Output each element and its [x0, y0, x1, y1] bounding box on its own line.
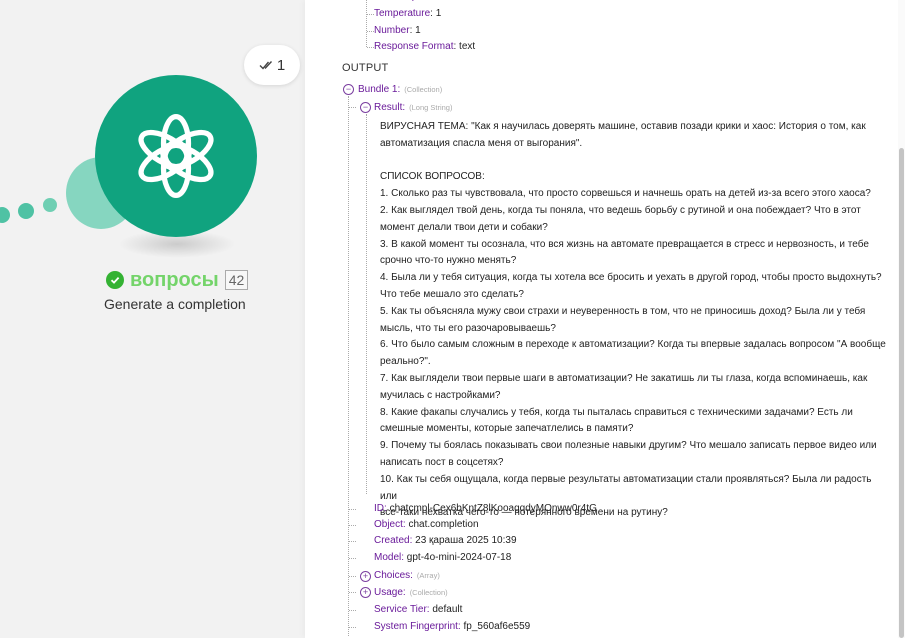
double-check-icon — [259, 61, 272, 70]
tree-line — [349, 592, 356, 593]
input-row: Number: 1 — [374, 25, 421, 36]
tree-line — [366, 114, 367, 494]
connector-dot — [18, 203, 34, 219]
tree-line — [367, 14, 374, 15]
choices-row[interactable]: Choices: (Array) — [374, 569, 440, 583]
operations-count: 1 — [276, 56, 286, 74]
input-row: Max Output Tokens: 2048 — [374, 0, 488, 4]
tree-line — [348, 96, 349, 636]
tree-line — [367, 31, 374, 32]
tree-line — [349, 525, 356, 526]
field-row: Model: gpt-4o-mini-2024-07-18 — [374, 552, 512, 563]
module-title-row: вопросы 42 — [106, 266, 249, 294]
field-row: Created: 23 қараша 2025 10:39 — [374, 535, 517, 546]
scenario-canvas[interactable]: вопросы 42 Generate a completion 1 — [0, 0, 320, 638]
tree-line — [367, 47, 374, 48]
input-row: Response Format: text — [374, 41, 476, 52]
operations-bubble[interactable]: 1 — [244, 45, 300, 85]
connector-dot — [0, 207, 10, 223]
module-name[interactable]: вопросы — [130, 269, 219, 292]
tree-line — [349, 576, 356, 577]
field-row: Object: chat.completion — [374, 519, 479, 530]
module-subtitle: Generate a completion — [104, 296, 246, 312]
tree-line — [349, 558, 356, 559]
usage-row[interactable]: Usage: (Collection) — [374, 586, 448, 600]
field-row: System Fingerprint: fp_560af6e559 — [374, 621, 531, 632]
bundle-row[interactable]: Bundle 1: (Collection) — [358, 83, 442, 97]
bundle-inspector-panel[interactable]: Max Output Tokens: 2048 Temperature: 1 N… — [305, 0, 905, 638]
tree-line — [349, 610, 356, 611]
tree-line — [366, 0, 367, 47]
input-row: Temperature: 1 — [374, 8, 442, 19]
expand-icon[interactable]: + — [360, 571, 371, 582]
check-circle-icon — [106, 271, 124, 289]
collapse-icon[interactable]: − — [343, 84, 354, 95]
tree-line — [349, 627, 356, 628]
connector-dot — [43, 198, 57, 212]
tree-line — [349, 541, 356, 542]
scrollbar-thumb[interactable] — [899, 148, 904, 638]
tree-line — [349, 509, 356, 510]
output-section-label: OUTPUT — [342, 62, 389, 74]
field-row: Service Tier: default — [374, 604, 463, 615]
result-row[interactable]: Result: (Long String) — [374, 101, 452, 115]
expand-icon[interactable]: + — [360, 587, 371, 598]
openai-logo-icon — [138, 114, 214, 198]
collapse-icon[interactable]: − — [360, 102, 371, 113]
result-value: ВИРУСНАЯ ТЕМА: "Как я научилась доверять… — [380, 121, 886, 519]
module-openai[interactable] — [95, 75, 257, 237]
module-id-badge: 42 — [224, 270, 249, 290]
tree-line — [349, 107, 356, 108]
field-row: ID: chatcmpl-Cex6bKntZ8lKooagqdyMOnww0r4… — [374, 503, 597, 514]
